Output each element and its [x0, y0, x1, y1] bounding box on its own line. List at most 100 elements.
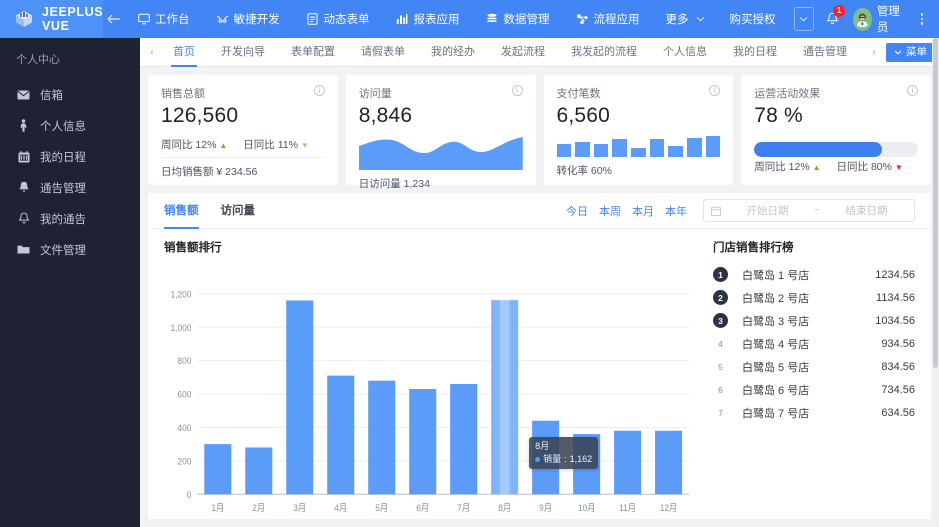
chart-bar[interactable] — [450, 384, 477, 494]
chevron-right-icon[interactable]: › — [866, 47, 882, 58]
nav-item-report-app[interactable]: 报表应用 — [383, 0, 473, 38]
trend-day: 日同比 11% ▼ — [243, 137, 309, 152]
rank-badge: 6 — [713, 382, 728, 397]
tab-my-notice[interactable]: 我的通告 — [860, 38, 866, 67]
sidebar-item-schedule[interactable]: 我的日程 — [0, 141, 140, 172]
sidebar-collapse-button[interactable] — [103, 0, 124, 38]
x-axis-tick-label: 5月 — [375, 503, 388, 514]
range-week[interactable]: 本周 — [599, 203, 621, 219]
campaign-progress-bar — [754, 142, 918, 157]
chart-bar[interactable] — [532, 421, 559, 495]
ranking-row[interactable]: 2白鹭岛 2 号店1134.56 — [713, 286, 915, 309]
buy-license-button[interactable]: 购买授权 — [720, 11, 786, 27]
nav-item-flow-app[interactable]: 流程应用 — [563, 0, 653, 38]
chart-bar[interactable] — [204, 444, 231, 494]
info-circle-icon[interactable]: i — [709, 85, 720, 96]
chevron-left-icon[interactable]: ‹ — [144, 47, 160, 58]
nav-item-agile-dev[interactable]: 敏捷开发 — [203, 0, 293, 38]
chart-bar[interactable] — [368, 381, 395, 495]
scrollbar-thumb[interactable] — [933, 38, 938, 368]
sidebar-item-notice-mgmt[interactable]: 通告管理 — [0, 172, 140, 203]
tab-my-schedule[interactable]: 我的日程 — [720, 38, 790, 67]
tab-notice-mgmt[interactable]: 通告管理 — [790, 38, 860, 67]
nav-item-data-mgmt[interactable]: 数据管理 — [473, 0, 563, 38]
rank-badge: 3 — [713, 313, 728, 328]
ranking-column: 门店销售排行榜 1白鹭岛 1 号店1234.562白鹭岛 2 号店1134.56… — [693, 239, 915, 519]
rank-value: 634.56 — [881, 407, 915, 419]
brand-logo-area[interactable]: JEEPLUS VUE — [0, 0, 103, 38]
card-header: 运营活动效果 i — [754, 85, 918, 101]
sidebar-item-mailbox[interactable]: 信箱 — [0, 79, 140, 110]
chevron-down-box-icon[interactable] — [794, 7, 814, 31]
ranking-row[interactable]: 3白鹭岛 3 号店1034.56 — [713, 309, 915, 332]
vertical-dots-icon[interactable] — [913, 0, 931, 38]
stat-card-visits: 访问量 i 8,846 日访问量 1,234 — [346, 75, 536, 185]
page-scrollbar[interactable] — [932, 38, 939, 527]
end-date-input[interactable]: 结束日期 — [826, 203, 907, 218]
chart-bar[interactable] — [655, 431, 682, 494]
menu-button[interactable]: 菜单 — [886, 43, 935, 62]
ranking-row[interactable]: 6白鹭岛 6 号店734.56 — [713, 378, 915, 401]
arrow-left-icon — [107, 14, 121, 24]
sidebar-item-profile[interactable]: 个人信息 — [0, 110, 140, 141]
tab-form-config[interactable]: 表单配置 — [278, 38, 348, 67]
ranking-row[interactable]: 1白鹭岛 1 号店1234.56 — [713, 263, 915, 286]
rank-badge: 7 — [713, 405, 728, 420]
card-footer: 日均销售额 ¥ 234.56 — [161, 157, 325, 185]
nav-item-more[interactable]: 更多 — [653, 0, 720, 38]
chart-bar[interactable] — [327, 376, 354, 495]
trend-value: 12% — [195, 139, 216, 151]
sales-bar-chart[interactable]: 02004006008001,0001,2001月2月3月4月5月6月7月8月9… — [164, 261, 693, 519]
info-circle-icon[interactable]: i — [907, 85, 918, 96]
trend-value: 11% — [278, 139, 298, 151]
range-year[interactable]: 本年 — [665, 203, 687, 219]
tab-my-handled[interactable]: 我的经办 — [418, 38, 488, 67]
trend-down-arrow-icon: ▼ — [301, 141, 309, 150]
sidebar-item-label: 个人信息 — [40, 118, 86, 134]
info-circle-icon[interactable]: i — [314, 85, 325, 96]
user-menu[interactable]: 管理员 — [853, 3, 905, 35]
chart-bar[interactable] — [409, 389, 436, 494]
stat-card-campaign: 运营活动效果 i 78 % 周同比 12% ▲ 日同 — [741, 75, 931, 185]
rank-store-name: 白鹭岛 2 号店 — [742, 290, 876, 306]
tab-dev-guide[interactable]: 开发向导 — [208, 38, 278, 67]
tab-leave-form[interactable]: 请假表单 — [348, 38, 418, 67]
body-wrapper: 个人中心 信箱 个人信息 我的日程 — [0, 38, 939, 527]
notification-badge-count: 1 — [833, 5, 845, 17]
rank-badge: 4 — [713, 336, 728, 351]
sales-panel: 销售额 访问量 今日 本周 本月 本年 开始日 — [148, 193, 931, 519]
page-tab-strip: ‹ 首页 开发向导 表单配置 请假表单 我的经办 发起流程 我发起的流程 个人信… — [140, 38, 939, 67]
date-range-picker[interactable]: 开始日期 ~ 结束日期 — [703, 199, 915, 222]
tab-home[interactable]: 首页 — [160, 38, 208, 67]
chart-bar[interactable] — [245, 447, 272, 494]
chart-bar[interactable] — [286, 300, 313, 494]
panel-tab-visits[interactable]: 访问量 — [221, 193, 256, 229]
tab-start-flow[interactable]: 发起流程 — [488, 38, 558, 67]
sidebar-item-label: 通告管理 — [40, 180, 86, 196]
chart-bar[interactable] — [573, 434, 600, 494]
ranking-row[interactable]: 5白鹭岛 5 号店834.56 — [713, 355, 915, 378]
info-circle-icon[interactable]: i — [512, 85, 523, 96]
ranking-list: 1白鹭岛 1 号店1234.562白鹭岛 2 号店1134.563白鹭岛 3 号… — [713, 263, 915, 424]
sidebar-item-my-notice[interactable]: 我的通告 — [0, 203, 140, 234]
start-date-input[interactable]: 开始日期 — [727, 203, 808, 218]
ranking-row[interactable]: 7白鹭岛 7 号店634.56 — [713, 401, 915, 424]
person-icon — [17, 119, 30, 132]
ranking-row[interactable]: 4白鹭岛 4 号店934.56 — [713, 332, 915, 355]
range-today[interactable]: 今日 — [566, 203, 588, 219]
x-axis-tick-label: 3月 — [293, 503, 306, 514]
rank-store-name: 白鹭岛 5 号店 — [742, 359, 881, 375]
panel-header: 销售额 访问量 今日 本周 本月 本年 开始日 — [148, 193, 931, 229]
payments-mini-bar-chart — [557, 134, 721, 157]
menu-button-label: 菜单 — [906, 43, 927, 62]
range-month[interactable]: 本月 — [632, 203, 654, 219]
tab-personal-info[interactable]: 个人信息 — [650, 38, 720, 67]
panel-tab-sales[interactable]: 销售额 — [164, 193, 199, 229]
nav-item-dynamic-form[interactable]: 动态表单 — [293, 0, 383, 38]
visits-area-sparkline — [359, 132, 523, 170]
notification-bell-button[interactable]: 1 — [822, 6, 843, 32]
tab-my-started-flow[interactable]: 我发起的流程 — [558, 38, 650, 67]
chart-bar[interactable] — [614, 431, 641, 494]
sidebar-item-file-mgmt[interactable]: 文件管理 — [0, 234, 140, 265]
nav-item-workbench[interactable]: 工作台 — [124, 0, 203, 38]
